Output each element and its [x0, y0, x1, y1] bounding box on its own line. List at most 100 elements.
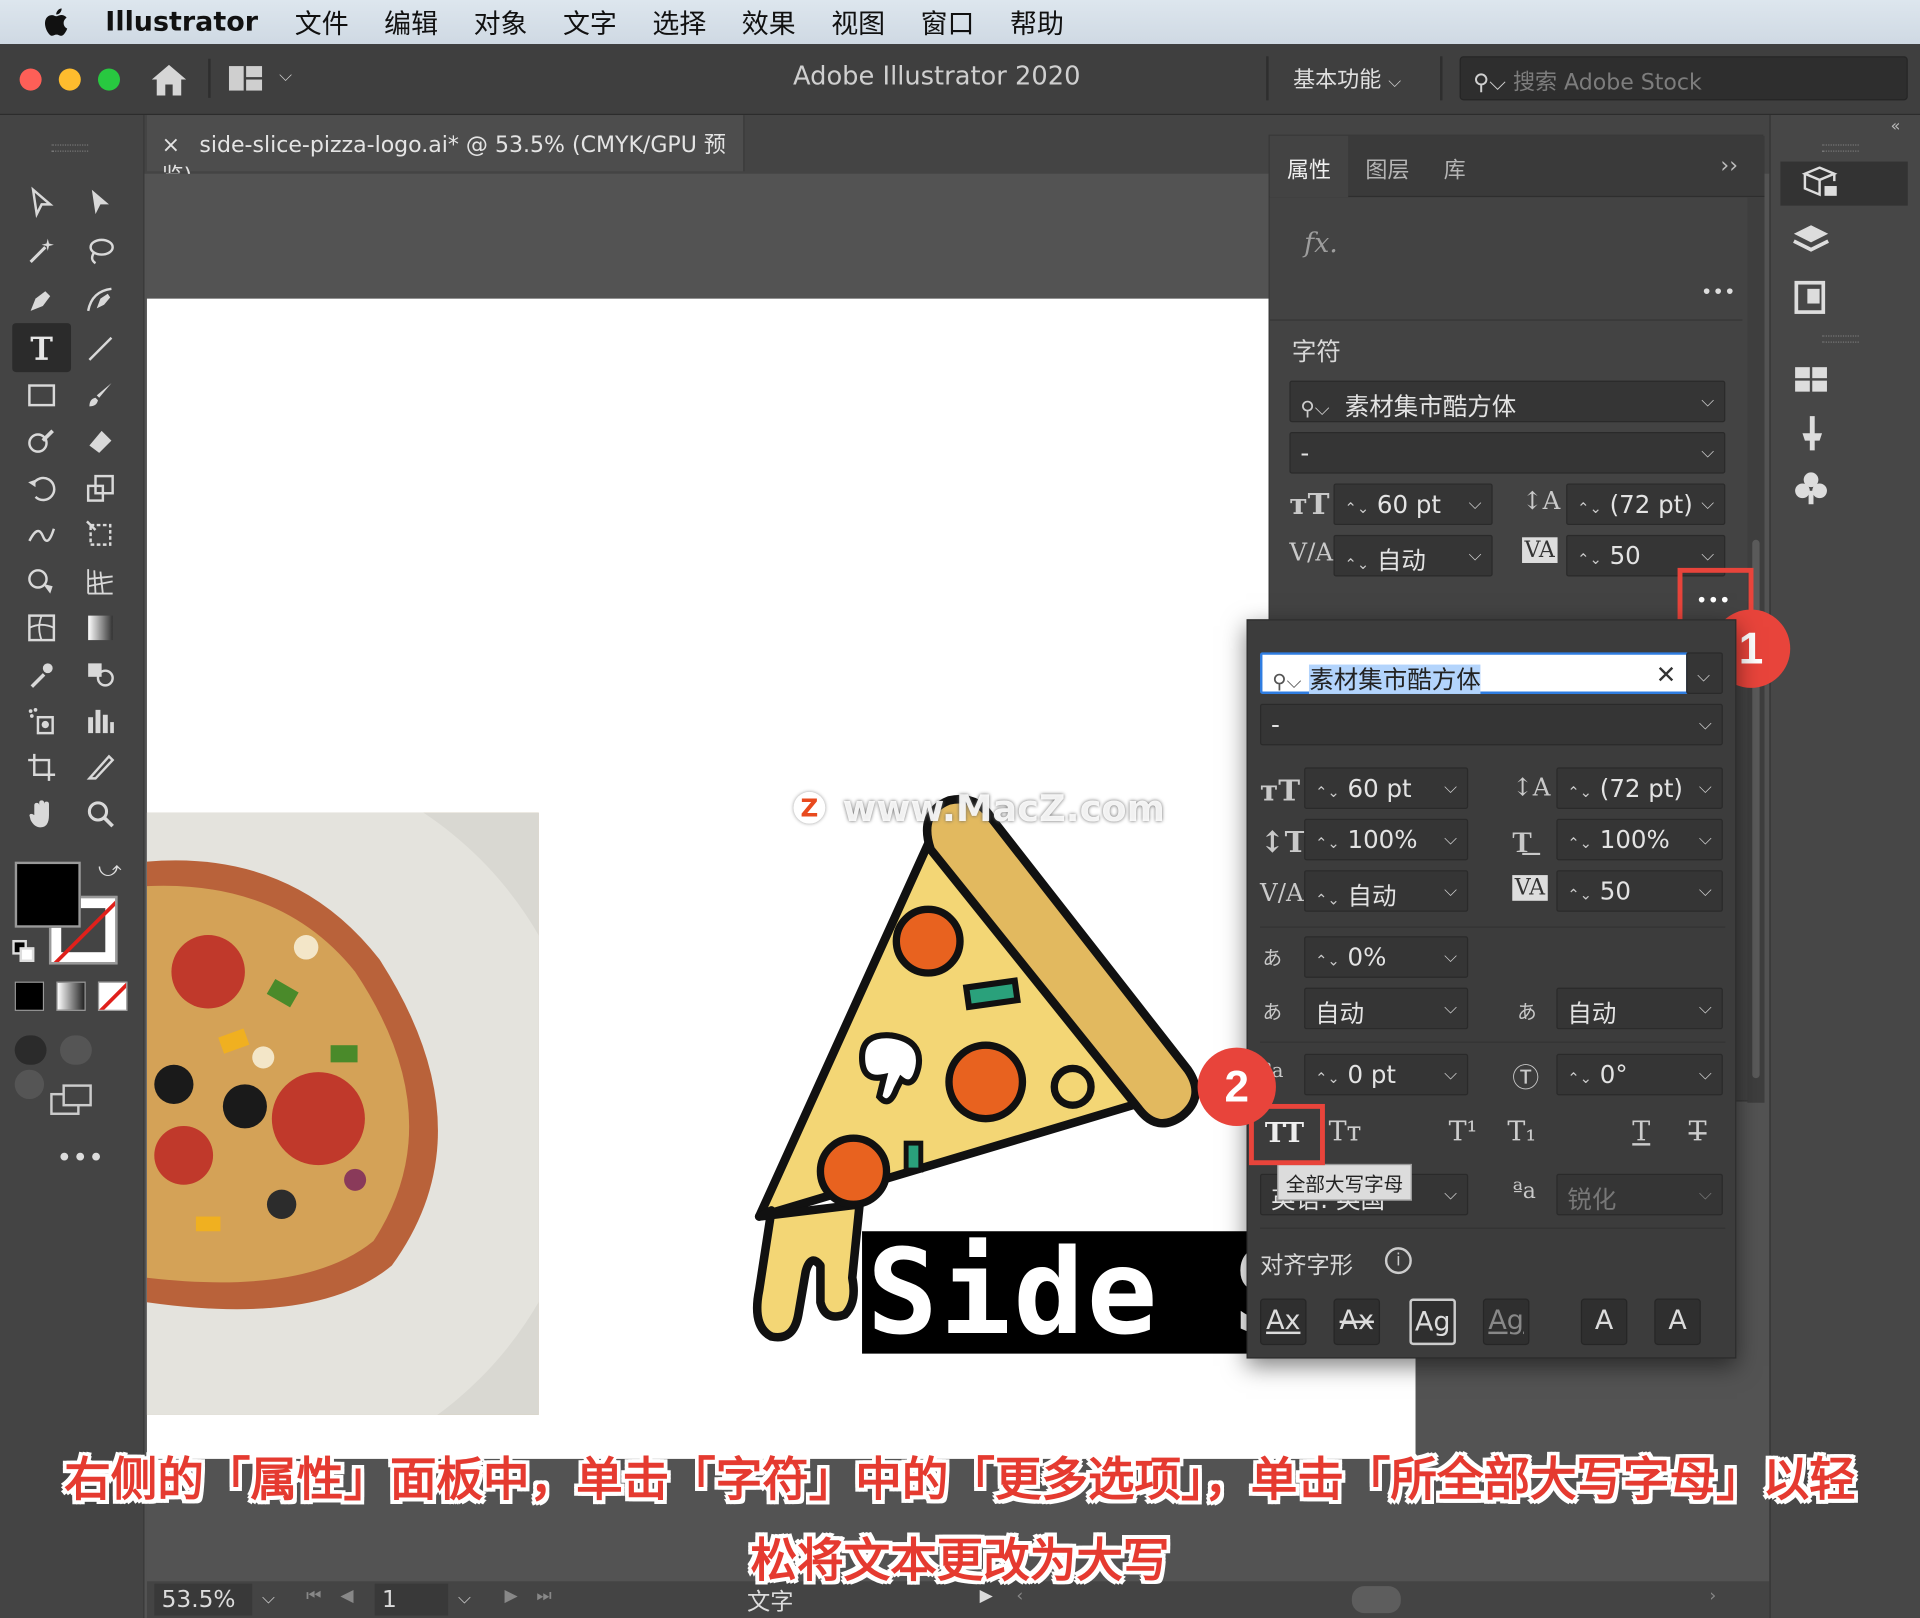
magic-wand-tool-icon[interactable]	[20, 230, 64, 272]
popup-baseline-shift-field[interactable]: ⌃⌄ 0 pt ⌵	[1304, 1053, 1469, 1096]
popup-font-family-input[interactable]: ⚲⌵ 素材集市酷方体 ✕	[1260, 652, 1689, 694]
zoom-window-button[interactable]	[97, 68, 121, 91]
default-colors-icon[interactable]	[12, 939, 36, 964]
popup-font-size-field[interactable]: ⌃⌄ 60 pt ⌵	[1304, 767, 1469, 809]
panel-grip[interactable]	[51, 144, 89, 152]
stepper-icon[interactable]: ⌃⌄	[1577, 499, 1602, 516]
leading-field[interactable]: ⌃⌄ (72 pt) ⌵	[1566, 483, 1726, 526]
align-glyph-bounds-icon[interactable]: Ag	[1409, 1298, 1456, 1346]
stepper-icon[interactable]: ⌃⌄	[1345, 556, 1370, 573]
close-window-button[interactable]	[19, 68, 42, 91]
chevron-down-icon[interactable]: ⌵	[262, 1589, 275, 1609]
popup-horizontal-scale-field[interactable]: ⌃⌄ 100% ⌵	[1556, 818, 1723, 861]
chevron-down-icon[interactable]: ⌵	[1699, 1065, 1712, 1085]
menu-help[interactable]: 帮助	[1010, 2, 1064, 41]
column-graph-tool-icon[interactable]	[78, 700, 122, 742]
chevron-down-icon[interactable]: ⌵	[1444, 881, 1457, 901]
symbol-sprayer-tool-icon[interactable]	[20, 700, 64, 742]
chevron-down-icon[interactable]: ⌵	[1701, 494, 1714, 514]
info-icon[interactable]: i	[1384, 1247, 1412, 1275]
align-anchor-icon[interactable]: A	[1654, 1298, 1701, 1346]
stepper-icon[interactable]: ⌃⌄	[1567, 835, 1592, 852]
strikethrough-button[interactable]: T	[1689, 1117, 1707, 1148]
brushes-dock-icon[interactable]	[1793, 414, 1830, 453]
popup-leading-field[interactable]: ⌃⌄ (72 pt) ⌵	[1556, 767, 1723, 809]
eyedropper-tool-icon[interactable]	[20, 654, 64, 696]
chevron-down-icon[interactable]: ⌵	[1699, 830, 1712, 850]
font-size-field[interactable]: ⌃⌄ 60 pt ⌵	[1333, 483, 1493, 526]
libraries-dock-icon[interactable]	[1793, 279, 1830, 316]
shaper-tool-icon[interactable]	[20, 421, 64, 463]
stepper-icon[interactable]: ⌃⌄	[1315, 783, 1340, 800]
selection-tool-icon[interactable]	[20, 181, 64, 223]
popup-tracking-field[interactable]: ⌃⌄ 50 ⌵	[1556, 870, 1723, 912]
tab-libraries[interactable]: 库	[1427, 136, 1483, 197]
small-caps-button[interactable]: Tт	[1329, 1117, 1362, 1148]
font-style-field[interactable]: - ⌵	[1289, 432, 1726, 474]
more-tools-icon[interactable]: •••	[56, 1143, 104, 1174]
chevron-down-icon[interactable]: ⌵	[1469, 546, 1482, 566]
draw-behind-icon[interactable]	[60, 1035, 92, 1065]
draw-normal-icon[interactable]	[14, 1035, 47, 1065]
stepper-icon[interactable]: ⌃⌄	[1315, 952, 1340, 969]
chevron-down-icon[interactable]: ⌵	[1699, 778, 1712, 798]
chevron-down-icon[interactable]: ⌵	[1444, 778, 1457, 798]
chevron-down-icon[interactable]: ⌵	[1699, 1185, 1712, 1205]
layers-dock-icon[interactable]	[1790, 223, 1832, 260]
line-tool-icon[interactable]	[78, 328, 122, 370]
menu-select[interactable]: 选择	[652, 2, 706, 41]
apple-icon[interactable]	[37, 6, 74, 38]
stepper-icon[interactable]: ⌃⌄	[1567, 886, 1592, 903]
fx-icon[interactable]: fx.	[1304, 229, 1338, 260]
chevron-down-icon[interactable]: ⌵	[458, 1589, 471, 1609]
stepper-icon[interactable]: ⌃⌄	[1315, 835, 1340, 852]
menu-view[interactable]: 视图	[831, 2, 885, 41]
perspective-grid-tool-icon[interactable]	[78, 561, 122, 603]
chevron-down-icon[interactable]: ⌵	[1701, 546, 1714, 566]
rectangle-tool-icon[interactable]	[20, 375, 64, 417]
rotate-tool-icon[interactable]	[20, 468, 64, 510]
symbols-dock-icon[interactable]	[1793, 470, 1830, 507]
stepper-icon[interactable]: ⌃⌄	[1567, 783, 1592, 800]
direct-selection-tool-icon[interactable]	[78, 181, 122, 223]
appearance-more-icon[interactable]: •••	[1701, 280, 1736, 303]
kerning-field[interactable]: ⌃⌄ 自动 ⌵	[1333, 534, 1493, 577]
shape-builder-tool-icon[interactable]	[20, 561, 64, 603]
curvature-tool-icon[interactable]	[78, 279, 122, 321]
panel-menu-icon[interactable]: ››	[1720, 153, 1738, 179]
stepper-icon[interactable]: ⌃⌄	[1315, 891, 1340, 908]
artboard[interactable]: Z www.MacZ.com Side S	[146, 298, 1416, 1459]
popup-antialias-field[interactable]: 锐化 ⌵	[1556, 1173, 1723, 1216]
popup-font-family-dropdown[interactable]: ⌵	[1686, 652, 1723, 694]
close-tab-icon[interactable]: ×	[162, 132, 180, 158]
menu-effect[interactable]: 效果	[742, 2, 796, 41]
chevron-down-icon[interactable]: ⌵	[1444, 999, 1457, 1019]
chevron-down-icon[interactable]: ⌵	[1444, 1065, 1457, 1085]
fill-color-front[interactable]	[14, 861, 81, 928]
align-em-box-center-icon[interactable]: Ax	[1333, 1298, 1381, 1346]
swap-colors-icon[interactable]: ⤻	[98, 857, 122, 883]
menu-file[interactable]: 文件	[295, 2, 349, 41]
eraser-tool-icon[interactable]	[78, 421, 122, 463]
screen-mode-icon[interactable]	[49, 1082, 96, 1119]
panel-grip[interactable]	[1822, 335, 1859, 343]
document-tab[interactable]: × side-slice-pizza-logo.ai* @ 53.5% (CMY…	[146, 115, 745, 190]
collapse-dock-icon[interactable]: «	[1891, 117, 1901, 135]
workspace-switcher[interactable]: 基本功能 ⌵	[1293, 62, 1401, 94]
popup-vertical-scale-field[interactable]: ⌃⌄ 100% ⌵	[1304, 818, 1469, 861]
stock-search-input[interactable]: ⚲⌵ 搜索 Adobe Stock	[1459, 56, 1908, 101]
slice-tool-icon[interactable]	[78, 747, 122, 789]
stepper-icon[interactable]: ⌃⌄	[1567, 1070, 1592, 1087]
menu-edit[interactable]: 编辑	[384, 2, 438, 41]
zoom-tool-icon[interactable]	[78, 793, 122, 835]
artboard-tool-icon[interactable]	[20, 747, 64, 789]
stepper-icon[interactable]: ⌃⌄	[1345, 499, 1370, 516]
properties-dock-icon[interactable]	[1780, 161, 1908, 206]
popup-rotation-field[interactable]: ⌃⌄ 0° ⌵	[1556, 1053, 1723, 1096]
chevron-down-icon[interactable]: ⌵	[1444, 1185, 1457, 1205]
stepper-icon[interactable]: ⌃⌄	[1577, 551, 1602, 568]
pen-tool-icon[interactable]	[20, 279, 64, 321]
subscript-button[interactable]: T₁	[1507, 1117, 1536, 1148]
chevron-down-icon[interactable]: ⌵	[1699, 999, 1712, 1019]
free-transform-tool-icon[interactable]	[78, 514, 122, 556]
